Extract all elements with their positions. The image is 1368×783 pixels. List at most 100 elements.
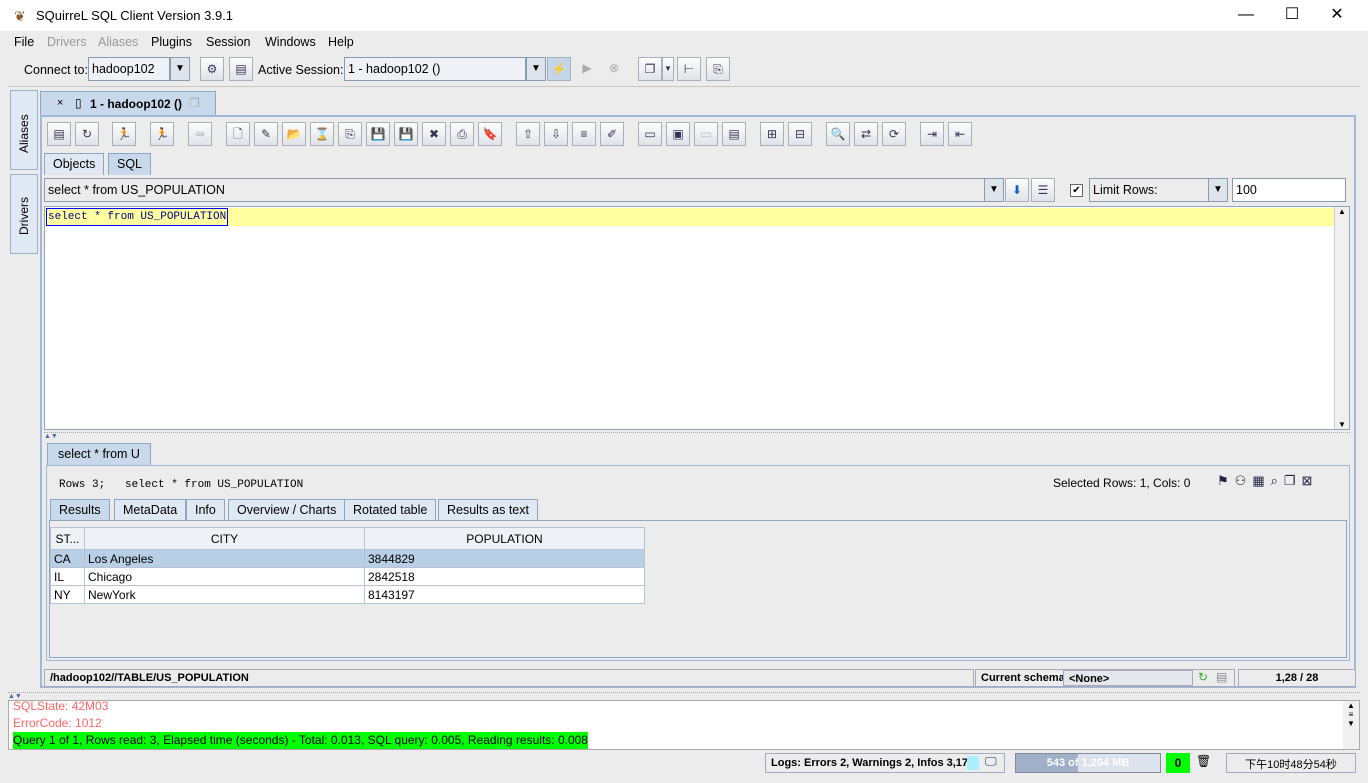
splitter[interactable]: ▲▼ [44,432,1350,440]
table-cell[interactable]: 8143197 [364,585,645,604]
tab-objects[interactable]: Objects [44,153,105,175]
detach-icon[interactable]: ❐ [1284,473,1302,488]
result-tab-metadata[interactable]: MetaData [114,499,187,521]
close-result-icon[interactable]: ⊠ [1302,473,1319,488]
limit-rows-input[interactable]: 100 [1232,178,1346,202]
clear-icon[interactable]: ✖ [422,122,446,146]
result-tab-overview-charts[interactable]: Overview / Charts [228,499,346,521]
table-cell[interactable]: NewYork [84,585,365,604]
find-icon[interactable]: 🔍 [826,122,850,146]
result-tab-info[interactable]: Info [186,499,225,521]
sql-history-icon[interactable]: ▤ [47,122,71,146]
commit-icon[interactable]: ⇥ [920,122,944,146]
format-icon[interactable]: ≡ [572,122,596,146]
minimize-button[interactable]: — [1223,0,1269,31]
aliases-side-tab[interactable]: Aliases [10,90,38,170]
active-session-dropdown-arrow[interactable]: ▼ [526,57,546,81]
sql-history-dropdown-arrow[interactable]: ▼ [984,178,1004,202]
table-cell[interactable]: Los Angeles [84,549,365,568]
new-window-dropdown-icon[interactable]: ▼ [662,57,674,81]
reconnect-icon[interactable]: ⚡ [547,57,571,81]
find-icon[interactable]: ⌕ [1271,473,1284,488]
open-recent-icon[interactable]: ⌛ [310,122,334,146]
result-tab-results[interactable]: Results [50,499,110,521]
rollback-icon[interactable]: ⇤ [948,122,972,146]
table-cell[interactable]: 3844829 [364,549,645,568]
schema-table-icon[interactable]: ▤ [1216,670,1227,684]
sql-editor-text[interactable]: select * from US_POPULATION [46,208,229,226]
drivers-side-tab[interactable]: Drivers [10,174,38,254]
splitter-bottom[interactable]: ▲▼ [8,692,1360,700]
uncomment-icon[interactable]: ▣ [666,122,690,146]
next-icon[interactable]: ⇩ [544,122,568,146]
tree-icon[interactable]: ⊢ [677,57,701,81]
column-header[interactable]: CITY [84,527,365,550]
editor-scrollbar[interactable]: ▲ ▼ [1334,207,1349,429]
previous-icon[interactable]: ⇧ [516,122,540,146]
run-sql-icon[interactable]: 🏃 [112,122,136,146]
result-tab-results-as-text[interactable]: Results as text [438,499,538,521]
disabled-icon[interactable]: ▭ [694,122,718,146]
menu-help[interactable]: Help [328,35,354,49]
menu-file[interactable]: File [14,35,34,49]
session-tab-close[interactable]: × [57,97,63,109]
run-icon[interactable]: ▶ [575,57,599,81]
comment-icon[interactable]: ▭ [638,122,662,146]
table-view-icon[interactable]: ▦ [1252,473,1270,488]
new-session-icon[interactable]: ▤ [229,57,253,81]
schema-value[interactable]: <None> [1063,670,1193,686]
close-button[interactable]: ✕ [1314,0,1360,31]
menu-drivers[interactable]: Drivers [47,35,87,49]
sync-icon[interactable]: ⟳ [882,122,906,146]
table-cell[interactable]: NY [50,585,85,604]
sql-history-combo[interactable]: select * from US_POPULATION [44,178,986,202]
save-as-icon[interactable]: 💾 [394,122,418,146]
menu-plugins[interactable]: Plugins [151,35,192,49]
maximize-button[interactable]: ☐ [1269,0,1315,31]
limit-rows-checkbox[interactable]: ✔ [1070,184,1083,197]
menu-session[interactable]: Session [206,35,250,49]
connect-icon[interactable]: ⚙ [200,57,224,81]
bookmark-icon[interactable]: 🔖 [478,122,502,146]
active-session-combo[interactable]: 1 - hadoop102 () [344,57,526,81]
memory-bar[interactable]: 543 of 1,264 MB [1015,753,1161,773]
people-icon[interactable]: ⚇ [1235,473,1253,488]
column-header[interactable]: POPULATION [364,527,645,550]
results-table[interactable]: ST... CITY POPULATION CA Los Angeles 3844829 I… [50,527,645,604]
stop-icon[interactable]: ⊗ [602,57,626,81]
connect-to-combo[interactable]: hadoop102 [88,57,170,81]
table-cell[interactable]: CA [50,549,85,568]
new-window-icon[interactable]: ❐ [638,57,662,81]
bookmark-add-icon[interactable]: ⊞ [760,122,784,146]
menu-windows[interactable]: Windows [265,35,316,49]
replace-icon[interactable]: ⇄ [854,122,878,146]
garbage-collect-icon[interactable]: 🗑 [1196,754,1211,768]
column-header[interactable]: ST... [50,527,85,550]
table-cell[interactable]: 2842518 [364,567,645,586]
append-file-icon[interactable]: ⎘ [338,122,362,146]
limit-rows-dropdown-arrow[interactable]: ▼ [1208,178,1228,202]
message-scrollbar[interactable]: ▲ ≡ ▼ [1343,701,1359,749]
sql-editor[interactable]: select * from US_POPULATION ▲ ▼ [44,206,1350,430]
table-row[interactable]: CA Los Angeles 3844829 [50,549,645,568]
refresh-icon[interactable]: ↻ [75,122,99,146]
rerun-icon[interactable]: ⚑ [1217,473,1235,488]
refresh-schema-icon[interactable]: ↻ [1198,670,1208,684]
session-tab[interactable]: × ▯ 1 - hadoop102 () ❐ [40,91,216,115]
copy-icon[interactable]: ⎘ [706,57,730,81]
run-current-icon[interactable]: 🏃 [150,122,174,146]
detach-icon[interactable]: ❐ [189,96,200,110]
monitor-icon[interactable]: 🖵 [985,754,997,769]
sql-list-icon[interactable]: ☰ [1031,178,1055,202]
open-file-icon[interactable]: 📂 [282,122,306,146]
new-file-icon[interactable]: 🗋 [226,122,250,146]
print-icon[interactable]: ⎙ [450,122,474,146]
bookmark-remove-icon[interactable]: ⊟ [788,122,812,146]
table-row[interactable]: NY NewYork 8143197 [50,585,645,604]
table-row[interactable]: IL Chicago 2842518 [50,567,645,586]
menu-aliases[interactable]: Aliases [98,35,138,49]
tab-sql[interactable]: SQL [108,153,152,175]
table-cell[interactable]: Chicago [84,567,365,586]
apply-sql-icon[interactable]: ⬇ [1005,178,1029,202]
save-icon[interactable]: 💾 [366,122,390,146]
